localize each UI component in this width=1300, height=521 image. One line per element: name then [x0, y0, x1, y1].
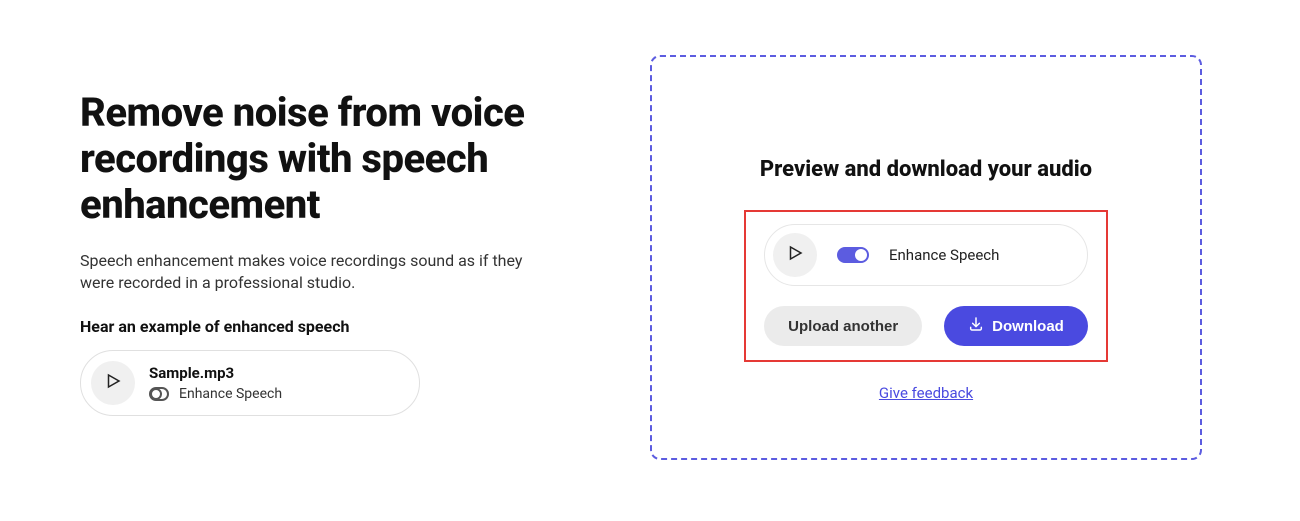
preview-enhance-toggle-label: Enhance Speech: [889, 246, 999, 264]
page-subtext: Speech enhancement makes voice recording…: [80, 250, 550, 295]
upload-another-button[interactable]: Upload another: [764, 306, 922, 346]
preview-panel: Preview and download your audio Enhance …: [650, 55, 1202, 460]
panel-title: Preview and download your audio: [760, 157, 1092, 182]
preview-play-button[interactable]: [773, 233, 817, 277]
sample-info: Sample.mp3 Enhance Speech: [149, 364, 282, 402]
intro-column: Remove noise from voice recordings with …: [80, 55, 590, 460]
sample-enhance-toggle-label: Enhance Speech: [179, 386, 282, 402]
highlight-box: Enhance Speech Upload another Download: [744, 210, 1108, 362]
give-feedback-link[interactable]: Give feedback: [879, 384, 973, 402]
action-buttons: Upload another Download: [764, 306, 1088, 346]
sample-player: Sample.mp3 Enhance Speech: [80, 350, 420, 416]
preview-player: Enhance Speech: [764, 224, 1088, 286]
download-icon: [968, 316, 984, 336]
sample-filename: Sample.mp3: [149, 364, 282, 382]
sample-enhance-toggle[interactable]: [149, 387, 169, 401]
play-icon: [786, 244, 804, 266]
preview-enhance-toggle[interactable]: [837, 247, 869, 263]
play-icon: [104, 372, 122, 394]
page-heading: Remove noise from voice recordings with …: [80, 90, 590, 228]
sample-play-button[interactable]: [91, 361, 135, 405]
example-label: Hear an example of enhanced speech: [80, 317, 590, 336]
download-button[interactable]: Download: [944, 306, 1088, 346]
